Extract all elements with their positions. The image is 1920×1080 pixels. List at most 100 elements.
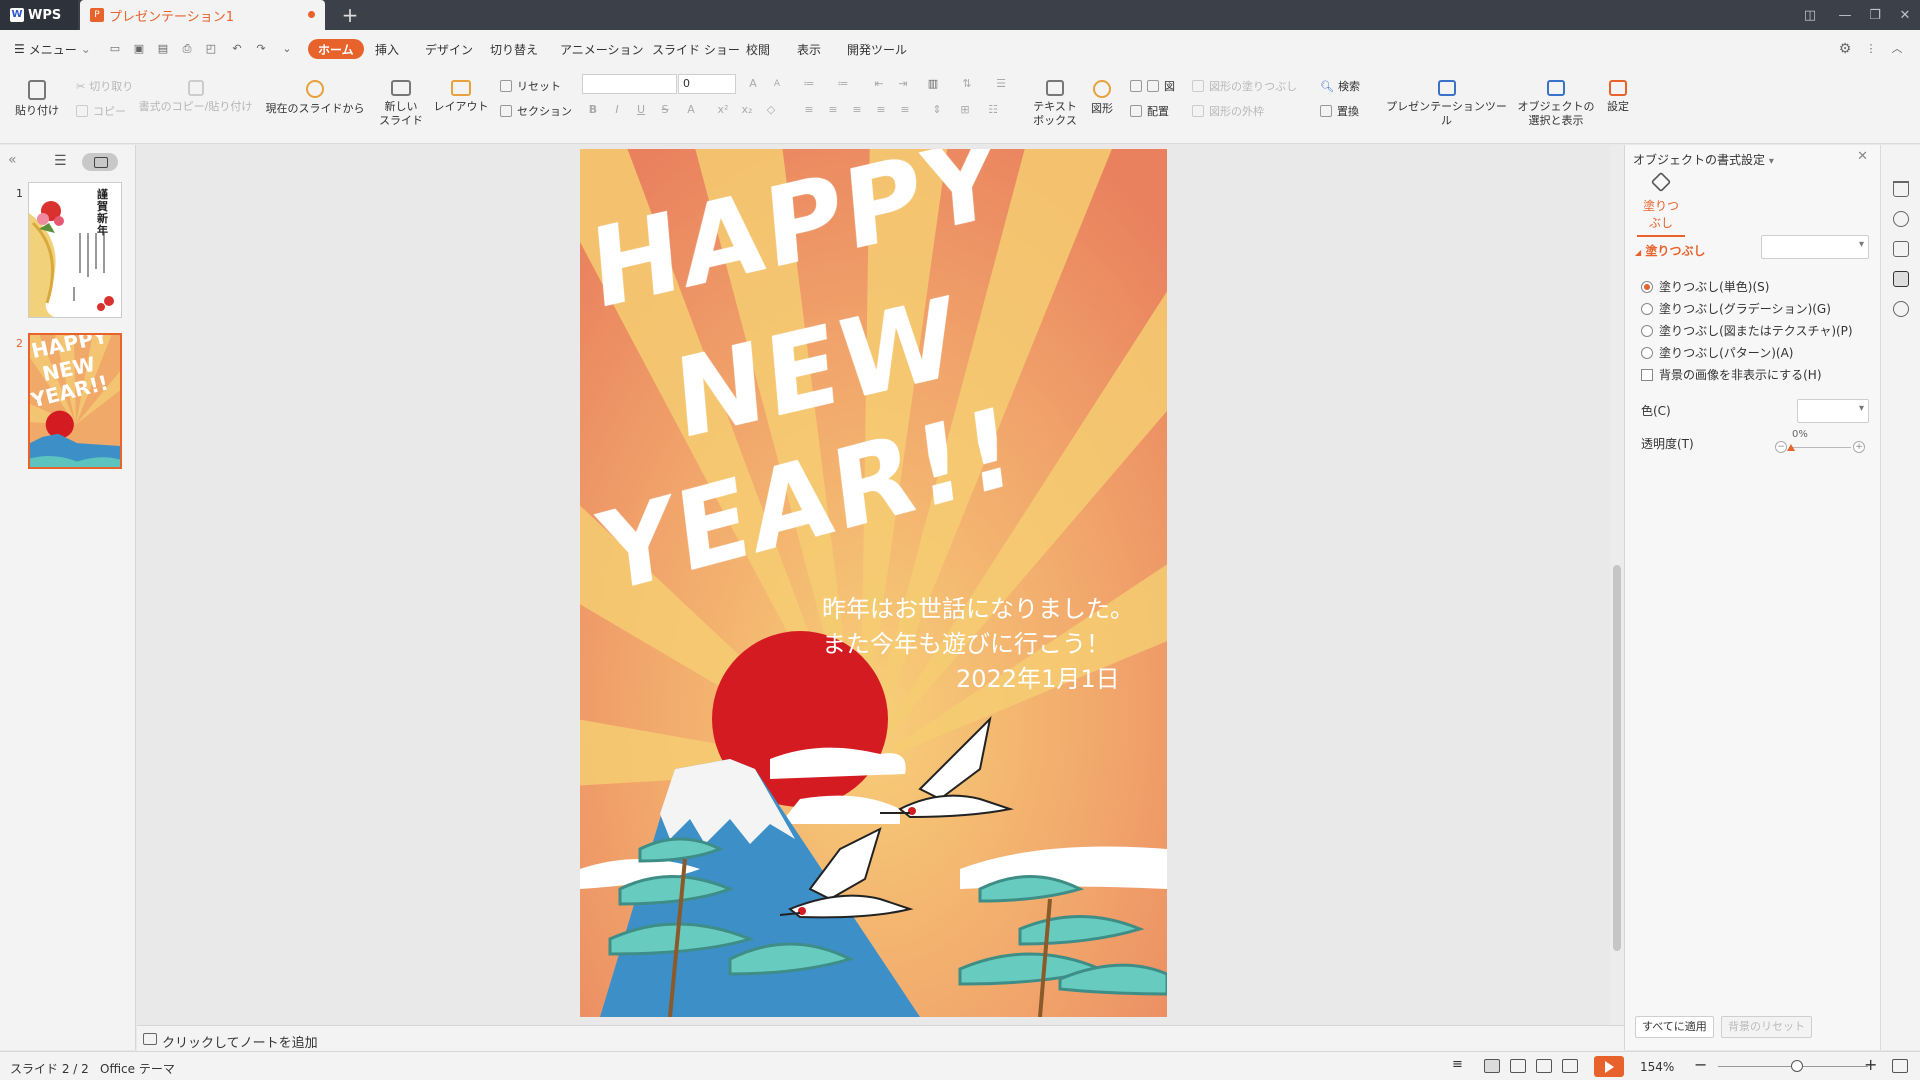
- normal-view-icon[interactable]: [1484, 1059, 1500, 1073]
- notes-bar[interactable]: クリックしてノートを追加: [137, 1025, 1624, 1051]
- layout-button[interactable]: レイアウト: [432, 80, 490, 114]
- zoom-in-icon[interactable]: +: [1864, 1055, 1877, 1074]
- more-icon[interactable]: ⋮: [1864, 42, 1878, 56]
- bullets-icon[interactable]: ≔: [802, 77, 816, 91]
- color-dropdown[interactable]: [1797, 399, 1869, 423]
- vertical-scrollbar[interactable]: [1610, 145, 1624, 1025]
- tab-review[interactable]: 校閲: [746, 39, 770, 59]
- radio-gradient[interactable]: [1641, 302, 1653, 315]
- clear-format-icon[interactable]: ◇: [764, 103, 778, 117]
- shrink-font-icon[interactable]: A: [770, 77, 784, 91]
- reset-button[interactable]: リセット: [500, 77, 561, 95]
- fill-picture-option[interactable]: 塗りつぶし(図またはテクスチャ)(P): [1641, 322, 1853, 339]
- radio-pattern[interactable]: [1641, 346, 1653, 359]
- theme-name[interactable]: Office テーマ: [100, 1060, 175, 1077]
- picture-button[interactable]: 図: [1130, 77, 1175, 95]
- radio-solid[interactable]: [1641, 280, 1653, 293]
- font-color-icon[interactable]: A: [684, 103, 698, 117]
- animation-icon[interactable]: [1893, 211, 1909, 227]
- slider-knob[interactable]: [1787, 444, 1795, 451]
- restore-button[interactable]: ❐: [1860, 0, 1890, 30]
- print-preview-icon[interactable]: ◰: [204, 42, 218, 56]
- collapse-ribbon-icon[interactable]: ︿: [1890, 42, 1904, 56]
- hide-bg-checkbox[interactable]: 背景の画像を非表示にする(H): [1641, 366, 1822, 383]
- plus-icon[interactable]: +: [1853, 441, 1865, 453]
- comments-icon[interactable]: [1893, 181, 1909, 197]
- subscript-icon[interactable]: x₂: [740, 103, 754, 117]
- slide-thumbnail-1[interactable]: 謹賀新年: [28, 182, 122, 318]
- superscript-icon[interactable]: x²: [716, 103, 730, 117]
- close-icon[interactable]: ✕: [1857, 149, 1868, 164]
- tab-view[interactable]: 表示: [797, 39, 821, 59]
- from-current-slide-button[interactable]: 現在のスライドから: [265, 80, 365, 116]
- tab-design[interactable]: デザイン: [425, 39, 473, 59]
- align-left-icon[interactable]: ≡: [802, 103, 816, 117]
- tab-insert[interactable]: 挿入: [375, 39, 399, 59]
- minus-icon[interactable]: −: [1775, 441, 1787, 453]
- menu-button[interactable]: ☰ メニュー ⌄: [14, 39, 91, 59]
- redo-icon[interactable]: ↷: [254, 42, 268, 56]
- play-slideshow-button[interactable]: [1594, 1056, 1624, 1077]
- customize-icon[interactable]: ⌄: [280, 42, 294, 56]
- pane-title[interactable]: オブジェクトの書式設定 ▾: [1633, 151, 1774, 168]
- columns-icon[interactable]: ▥: [926, 77, 940, 91]
- undo-icon[interactable]: ↶: [230, 42, 244, 56]
- fit-window-icon[interactable]: [1892, 1059, 1908, 1073]
- strikethrough-icon[interactable]: S: [658, 103, 672, 117]
- minimize-button[interactable]: —: [1830, 0, 1860, 30]
- font-name-select[interactable]: [582, 74, 677, 94]
- textbox-button[interactable]: テキスト ボックス: [1032, 80, 1078, 128]
- align-right-icon[interactable]: ≡: [850, 103, 864, 117]
- zoom-level[interactable]: 154%: [1640, 1060, 1674, 1074]
- history-icon[interactable]: [1893, 301, 1909, 317]
- arrange-button[interactable]: 配置: [1130, 102, 1169, 120]
- fill-gradient-option[interactable]: 塗りつぶし(グラデーション)(G): [1641, 300, 1831, 317]
- increase-indent-icon[interactable]: ⇥: [896, 77, 910, 91]
- slide-2[interactable]: HAPPY NEW YEAR!! 昨年はお世話になりました。 また今年も遊びに行…: [580, 149, 1167, 1017]
- grow-font-icon[interactable]: A: [746, 77, 760, 91]
- zoom-slider-knob[interactable]: [1791, 1060, 1803, 1072]
- scrollbar-thumb[interactable]: [1613, 565, 1621, 951]
- shapes-button[interactable]: 図形: [1084, 80, 1120, 116]
- document-tab[interactable]: P プレゼンテーション1: [80, 0, 325, 30]
- align-center-icon[interactable]: ≡: [826, 103, 840, 117]
- close-button[interactable]: ✕: [1890, 0, 1920, 30]
- replace-button[interactable]: 置換: [1320, 102, 1359, 120]
- tab-slideshow[interactable]: スライド ショー: [652, 39, 740, 59]
- open-icon[interactable]: ▭: [108, 42, 122, 56]
- paste-button[interactable]: 貼り付け: [12, 80, 62, 118]
- vertical-align-icon[interactable]: ⇕: [930, 103, 944, 117]
- bold-icon[interactable]: B: [586, 103, 600, 117]
- smartart-icon[interactable]: ⊞: [958, 103, 972, 117]
- tab-developer[interactable]: 開発ツール: [847, 39, 907, 59]
- shape-fill-button[interactable]: 図形の塗りつぶし: [1192, 77, 1297, 95]
- save-as-icon[interactable]: ▤: [156, 42, 170, 56]
- find-button[interactable]: 🔍︎ 検索: [1320, 77, 1360, 95]
- notes-toggle-icon[interactable]: ≡: [1452, 1057, 1468, 1072]
- italic-icon[interactable]: I: [610, 103, 624, 117]
- gear-icon[interactable]: ⚙: [1838, 42, 1852, 56]
- presentation-tools-button[interactable]: プレゼンテーションツール: [1384, 80, 1509, 128]
- font-size-select[interactable]: 0: [678, 74, 736, 94]
- layout-icon[interactable]: ◫: [1795, 0, 1825, 30]
- fill-pattern-option[interactable]: 塗りつぶし(パターン)(A): [1641, 344, 1793, 361]
- numbering-icon[interactable]: ≔: [836, 77, 850, 91]
- underline-icon[interactable]: U: [634, 103, 648, 117]
- decrease-indent-icon[interactable]: ⇤: [872, 77, 886, 91]
- tab-animations[interactable]: アニメーション: [560, 39, 644, 59]
- print-icon[interactable]: ⎙: [180, 42, 194, 56]
- format-painter-button[interactable]: 書式のコピー/貼り付け: [138, 80, 253, 114]
- fill-section-header[interactable]: ◢ 塗りつぶし: [1635, 242, 1705, 259]
- collapse-pane-icon[interactable]: «: [8, 152, 17, 168]
- fill-preset-dropdown[interactable]: [1761, 235, 1869, 259]
- new-slide-button[interactable]: 新しい スライド: [376, 80, 426, 128]
- reading-view-icon[interactable]: [1536, 1059, 1552, 1073]
- fill-solid-option[interactable]: 塗りつぶし(単色)(S): [1641, 278, 1769, 295]
- wps-home-tab[interactable]: W WPS: [0, 0, 78, 30]
- presenter-view-icon[interactable]: [1562, 1059, 1578, 1073]
- slide-thumbnail-2[interactable]: HAPPY NEW YEAR!!: [28, 333, 122, 469]
- copy-button[interactable]: コピー: [76, 102, 126, 120]
- radio-picture[interactable]: [1641, 324, 1653, 337]
- apply-all-button[interactable]: すべてに適用: [1635, 1016, 1714, 1038]
- justify-icon[interactable]: ≡: [874, 103, 888, 117]
